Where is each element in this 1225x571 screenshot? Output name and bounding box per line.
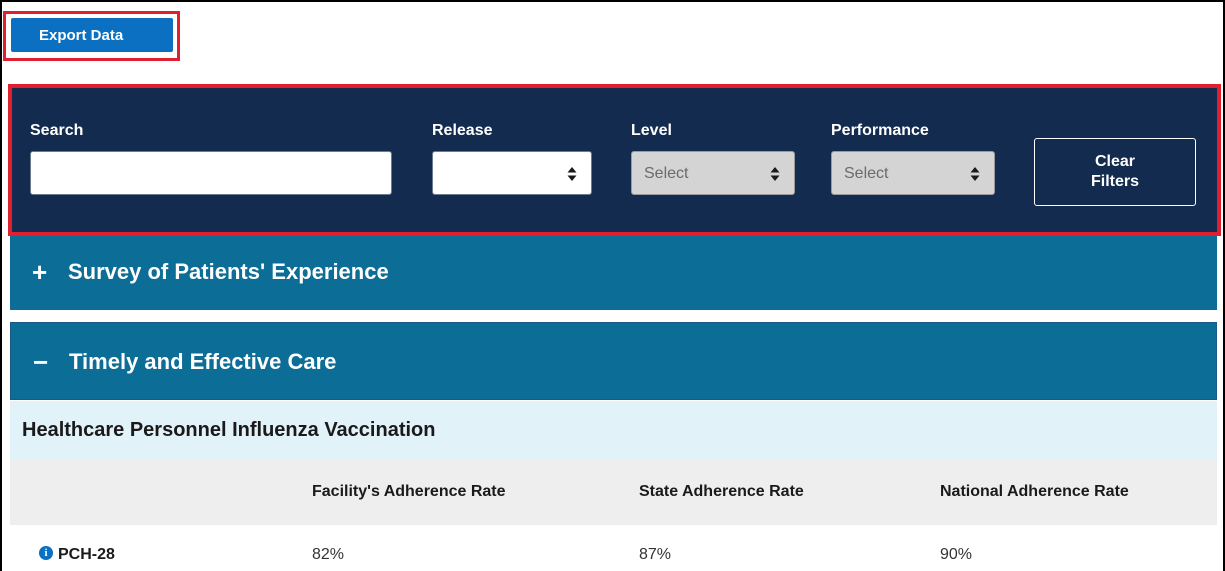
clear-filters-button[interactable]: Clear Filters: [1034, 138, 1196, 206]
export-data-button[interactable]: Export Data: [11, 18, 173, 52]
performance-label: Performance: [831, 122, 929, 139]
export-highlight-box: Export Data: [3, 11, 180, 61]
level-select[interactable]: Select: [631, 151, 795, 195]
accordion-survey-patients-experience[interactable]: + Survey of Patients' Experience: [10, 236, 1217, 310]
collapse-minus-icon: −: [33, 347, 49, 377]
facility-rate-value: 82%: [312, 546, 345, 563]
measure-group-header: Healthcare Personnel Influenza Vaccinati…: [10, 401, 1217, 459]
column-header-national-rate: National Adherence Rate: [940, 483, 1129, 500]
clear-filters-line1: Clear: [1094, 153, 1136, 170]
release-select[interactable]: [432, 151, 592, 195]
filter-panel: Search Release Level Select Performance …: [8, 84, 1221, 236]
column-header-facility-rate: Facility's Adherence Rate: [312, 483, 506, 500]
search-input[interactable]: [30, 151, 392, 195]
measure-group-title: Healthcare Personnel Influenza Vaccinati…: [22, 419, 436, 441]
search-label: Search: [30, 122, 84, 139]
release-label: Release: [432, 122, 493, 139]
column-header-state-rate: State Adherence Rate: [639, 483, 804, 500]
table-row: i PCH-28 82% 87% 90%: [10, 525, 1217, 571]
performance-select-value: Select: [844, 165, 889, 182]
level-select-value: Select: [644, 165, 689, 182]
info-icon[interactable]: i: [39, 546, 53, 560]
national-rate-value: 90%: [940, 546, 973, 563]
measure-id: PCH-28: [58, 546, 115, 563]
sort-arrows-icon: [567, 167, 577, 181]
accordion-timely-effective-care[interactable]: − Timely and Effective Care: [10, 322, 1217, 400]
performance-select[interactable]: Select: [831, 151, 995, 195]
accordion-title: Timely and Effective Care: [69, 349, 337, 374]
sort-arrows-icon: [770, 167, 780, 181]
page: Export Data Search Release Level Select …: [2, 2, 1223, 571]
state-rate-value: 87%: [639, 546, 672, 563]
level-label: Level: [631, 122, 672, 139]
accordion-title: Survey of Patients' Experience: [68, 259, 389, 284]
sort-arrows-icon: [970, 167, 980, 181]
expand-plus-icon: +: [32, 257, 48, 287]
table-header: Facility's Adherence Rate State Adherenc…: [10, 459, 1217, 525]
clear-filters-line2: Filters: [1090, 173, 1139, 190]
